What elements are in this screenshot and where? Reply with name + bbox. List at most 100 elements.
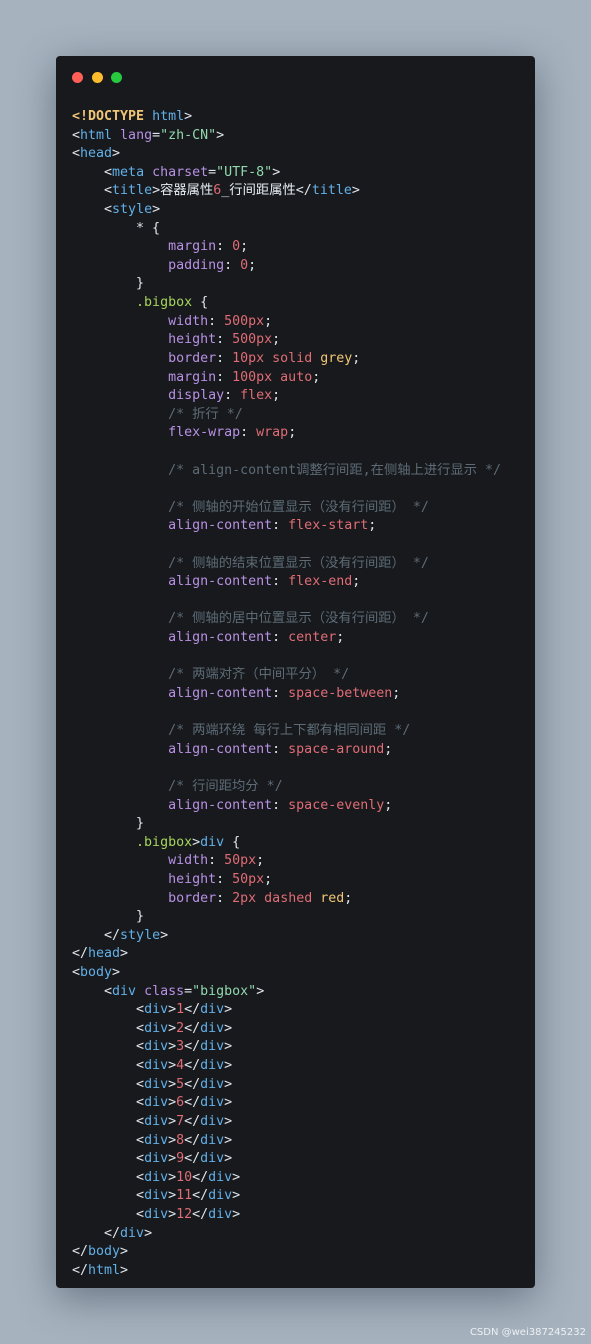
code-token: </ [184,1113,201,1129]
code-token: > [168,1206,177,1222]
code-token: ; [352,350,361,366]
maximize-button[interactable] [111,72,122,83]
code-token: margin [168,369,217,385]
code-token: > [120,1262,129,1278]
code-token: 1 [176,1002,185,1018]
code-token: < [104,183,113,199]
code-token: < [136,1039,145,1055]
code-token: : [224,388,241,404]
code-token: < [72,146,81,162]
code-token: > [168,1058,177,1074]
code-token: ; [384,797,393,813]
code-token: div [208,1188,233,1204]
code-token: meta [112,164,145,180]
code-token: 10 [176,1169,193,1185]
code-token: ; [264,871,273,887]
code-token: < [136,1095,145,1111]
code-line: <div>8</div> [72,1132,501,1151]
code-token: > [224,1020,233,1036]
code-token: ; [264,313,273,329]
code-token: : [216,871,233,887]
code-line: flex-wrap: wrap; [72,424,501,443]
code-token: </ [104,1225,121,1241]
code-line: margin: 100px auto; [72,369,501,388]
code-token: ; [336,630,345,646]
code-token: > [224,1039,233,1055]
code-token: = [184,983,193,999]
code-token: div [144,1188,169,1204]
code-token: div [208,1206,233,1222]
code-token: </ [184,1058,201,1074]
code-token: ; [368,518,377,534]
code-token: : [272,741,289,757]
code-token: </ [192,1206,209,1222]
code-token: : [272,574,289,590]
code-token: < [136,1132,145,1148]
code-token: : [272,685,289,701]
code-token: > [168,1020,177,1036]
code-token: </ [104,927,121,943]
code-token: < [136,1169,145,1185]
code-token: <!DOCTYPE [72,109,145,124]
code-token: "UTF-8" [216,164,273,180]
code-token: : [208,853,225,869]
code-line: </html> [72,1262,501,1281]
code-token: ; [256,853,265,869]
code-line: height: 500px; [72,331,501,350]
code-token: div [144,1151,169,1167]
code-token: div [112,983,137,999]
code-token: space-between [288,685,393,701]
code-token: 0 [240,257,249,273]
code-token: ; [272,388,281,404]
code-token: : [272,518,289,534]
code-token: > [168,1113,177,1129]
code-token: 500px [224,313,265,329]
code-token: * { [136,220,161,236]
code-token: { [192,295,209,311]
code-token: </ [192,1188,209,1204]
close-button[interactable] [72,72,83,83]
code-token: flex-wrap [168,425,241,441]
minimize-button[interactable] [92,72,103,83]
code-token: 5 [176,1076,185,1092]
code-token: div [144,1113,169,1129]
code-token: </ [184,1002,201,1018]
code-token: 2 [176,1020,185,1036]
code-line: display: flex; [72,387,501,406]
code-token: > [232,1169,241,1185]
code-token: display [168,388,225,404]
code-token: "zh-CN" [160,127,217,143]
code-token: div [200,1058,225,1074]
code-token: align-content [168,797,273,813]
code-token: border [168,350,217,366]
code-line: align-content: space-between; [72,685,501,704]
code-token: 0 [232,239,241,255]
code-token: div [200,1039,225,1055]
code-token: > [112,965,121,981]
code-token: > [272,164,281,180]
code-token: 7 [176,1113,185,1129]
code-token: : [240,425,257,441]
code-line: } [72,275,501,294]
code-token: div [120,1225,145,1241]
code-token: } [136,816,145,832]
